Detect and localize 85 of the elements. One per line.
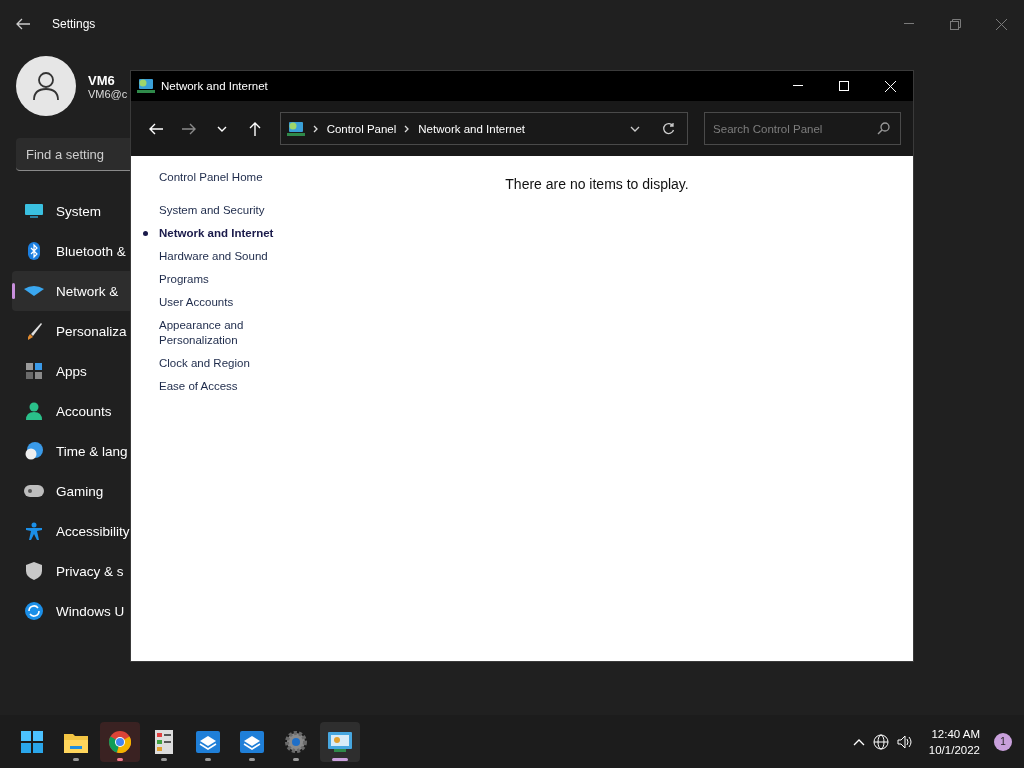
user-name: VM6: [88, 72, 116, 88]
category-link[interactable]: Hardware and Sound: [143, 249, 299, 264]
nav-label: Privacy & s: [56, 563, 124, 579]
gamepad-icon: [24, 484, 44, 498]
person-icon: [24, 402, 44, 420]
nav-item[interactable]: Accounts: [12, 391, 130, 431]
minimize-icon: [904, 23, 914, 25]
wifi-icon: [24, 286, 44, 296]
shield-icon: [24, 562, 44, 580]
update-icon: [24, 602, 44, 620]
accessibility-icon: [24, 522, 44, 540]
nav-item[interactable]: Windows U: [12, 591, 130, 631]
nav-item[interactable]: Personaliza: [12, 311, 130, 351]
nav-item[interactable]: Privacy & s: [12, 551, 130, 591]
nav-item[interactable]: System: [12, 191, 130, 231]
clock[interactable]: 12:40 AM 10/1/2022: [928, 725, 980, 758]
forward-arrow-icon: [181, 122, 196, 135]
control-panel-icon: [328, 731, 352, 752]
search-icon: [877, 122, 890, 135]
nav-label: Apps: [56, 363, 87, 379]
nav-item[interactable]: Gaming: [12, 471, 130, 511]
nav-item[interactable]: Network &: [12, 271, 130, 311]
refresh-icon[interactable]: [662, 122, 676, 135]
start-icon: [21, 730, 43, 753]
category-link[interactable]: Clock and Region: [143, 356, 299, 371]
chevron-icon: [404, 124, 411, 133]
back-arrow-icon: [148, 122, 163, 135]
nav-label: Bluetooth &: [56, 243, 126, 259]
time-text: 12:40 AM: [931, 726, 980, 742]
chevron-up-icon[interactable]: [852, 737, 865, 746]
category-link[interactable]: System and Security: [143, 203, 299, 218]
search-field[interactable]: Search Control Panel: [704, 112, 901, 145]
checklist-icon: [153, 729, 175, 754]
monitor-icon: [24, 204, 44, 218]
minimize-icon: [793, 85, 803, 87]
speaker-icon[interactable]: [896, 734, 913, 749]
category-link[interactable]: Appearance and Personalization: [143, 318, 299, 348]
window-title: Settings: [52, 17, 96, 31]
search-field[interactable]: Find a setting: [16, 138, 130, 171]
empty-message: There are no items to display.: [505, 176, 689, 194]
avatar: [16, 56, 76, 116]
notification-badge[interactable]: 1: [994, 732, 1012, 751]
nav-item[interactable]: Accessibility: [12, 511, 130, 551]
network-icon: [286, 120, 305, 137]
window-title: Network and Internet: [161, 80, 268, 92]
nav-item[interactable]: Apps: [12, 351, 130, 391]
breadcrumb[interactable]: Network and Internet: [418, 122, 526, 135]
nav-label: Personaliza: [56, 323, 127, 339]
nav-label: Windows U: [56, 603, 125, 619]
breadcrumb[interactable]: Control Panel: [326, 122, 397, 135]
network-icon: [137, 78, 155, 94]
address-bar[interactable]: Control Panel Network and Internet: [279, 112, 689, 145]
category-link[interactable]: Network and Internet: [143, 226, 299, 241]
box-app-icon: [196, 730, 220, 753]
up-arrow-icon: [249, 121, 262, 136]
nav-label: Network &: [56, 283, 119, 299]
clock-globe-icon: [24, 442, 44, 460]
nav-label: Time & lang: [56, 443, 128, 459]
globe-icon[interactable]: [872, 733, 889, 750]
home-link[interactable]: Control Panel Home: [159, 170, 263, 185]
category-link[interactable]: Ease of Access: [143, 379, 299, 394]
restore-icon: [949, 18, 961, 30]
apps-icon: [24, 363, 44, 379]
browser-icon: [109, 730, 131, 753]
nav-label: System: [56, 203, 101, 219]
nav-label: Gaming: [56, 483, 104, 499]
maximize-icon: [839, 81, 849, 91]
taskbar-app-button[interactable]: [320, 721, 360, 762]
close-icon: [884, 80, 896, 92]
taskbar-app-button[interactable]: [100, 721, 140, 762]
back-arrow-icon[interactable]: [16, 18, 30, 30]
chevron-down-icon: [216, 125, 227, 132]
nav-label: Accessibility: [56, 523, 130, 539]
close-icon: [995, 18, 1007, 30]
dropdown-icon[interactable]: [630, 125, 641, 132]
nav-item[interactable]: Bluetooth &: [12, 231, 130, 271]
category-link[interactable]: User Accounts: [143, 295, 299, 310]
nav-label: Accounts: [56, 403, 112, 419]
date-text: 10/1/2022: [928, 742, 980, 758]
chevron-icon: [312, 124, 319, 133]
user-email: VM6@c: [88, 87, 128, 100]
nav-item[interactable]: Time & lang: [12, 431, 130, 471]
box-app-icon: [240, 730, 264, 753]
gear-icon: [285, 730, 307, 753]
category-link[interactable]: Programs: [143, 272, 299, 287]
